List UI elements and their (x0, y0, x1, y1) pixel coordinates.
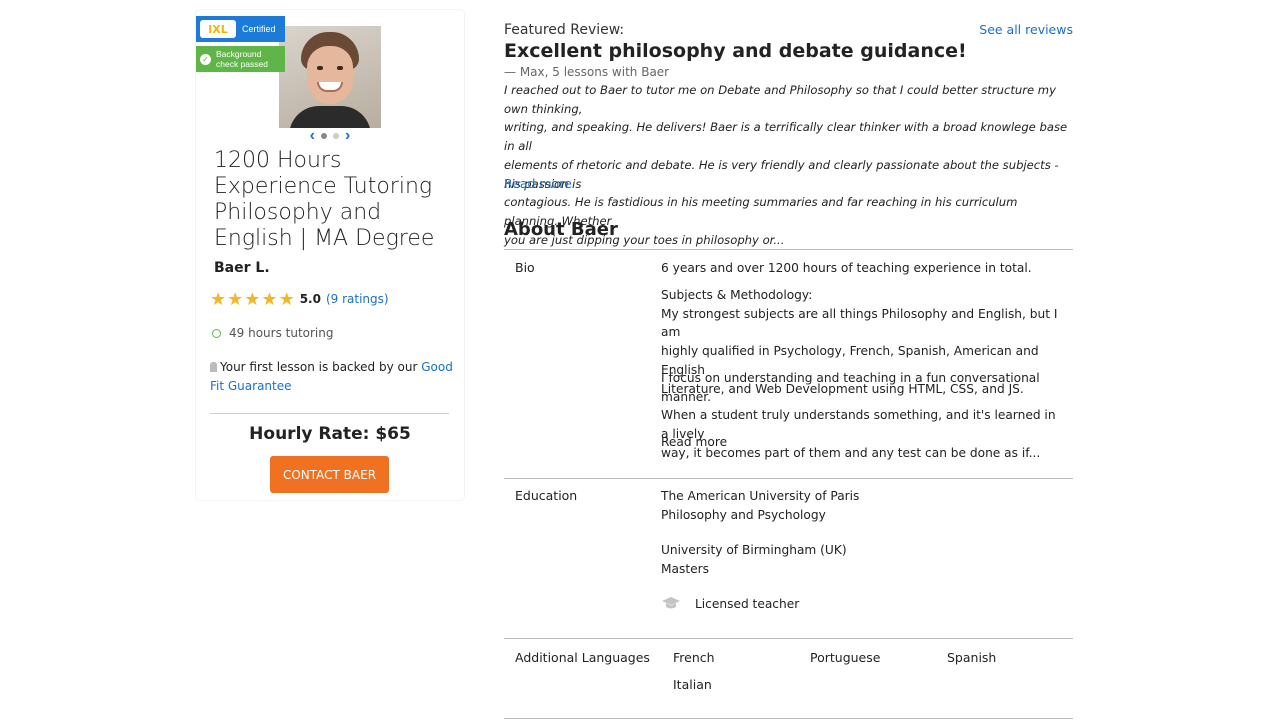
star-icon: ★ (244, 289, 261, 309)
clock-icon (212, 328, 221, 338)
tutor-photo[interactable] (279, 26, 381, 128)
education-school-1: The American University of Paris Philoso… (661, 487, 1066, 524)
review-read-more-link[interactable]: Read more (504, 176, 572, 191)
good-fit-guarantee: Your first lesson is backed by our Good … (210, 358, 460, 396)
contact-tutor-button[interactable]: CONTACT BAER (270, 456, 389, 493)
chevron-right-icon[interactable]: › (345, 128, 350, 144)
graduation-cap-icon (662, 597, 680, 609)
ratings-count-link[interactable]: (9 ratings) (326, 292, 389, 306)
divider (210, 413, 449, 414)
star-icon: ★ (278, 289, 295, 309)
bio-label: Bio (515, 260, 535, 275)
divider (504, 638, 1073, 639)
ixl-logo-icon: IXL (200, 20, 236, 38)
featured-review-label: Featured Review: (504, 22, 625, 38)
school-degree: Masters (661, 561, 709, 576)
check-icon: ✓ (200, 53, 211, 65)
tutor-details: Featured Review: See all reviews Excelle… (504, 0, 1073, 720)
rating-score: 5.0 (299, 292, 321, 306)
language-item: French (673, 650, 715, 665)
photo-shirt (289, 106, 371, 128)
see-all-reviews-link[interactable]: See all reviews (979, 22, 1073, 37)
tutor-profile-card: IXL Certified ✓ Background check passed … (196, 10, 464, 500)
about-heading: About Baer (504, 219, 618, 240)
hours-tutoring-label: 49 hours tutoring (229, 326, 334, 340)
divider (504, 478, 1073, 479)
photo-eye-right (337, 66, 343, 70)
background-check-label: Background check passed (216, 49, 268, 69)
bio-intro: 6 years and over 1200 hours of teaching … (661, 261, 1032, 275)
photo-eye-left (317, 66, 323, 70)
certified-label: Certified (242, 24, 276, 34)
language-item: Italian (673, 677, 712, 692)
hourly-rate: Hourly Rate: $65 (249, 424, 411, 444)
school-degree: Philosophy and Psychology (661, 507, 826, 522)
licensed-teacher: Licensed teacher (695, 597, 800, 611)
language-item: Spanish (947, 650, 997, 665)
review-title: Excellent philosophy and debate guidance… (504, 40, 967, 62)
review-line: I reached out to Baer to tutor me on Deb… (504, 83, 1056, 116)
school-name: University of Birmingham (UK) (661, 543, 847, 557)
carousel-dot[interactable] (333, 133, 339, 139)
subjects-line: My strongest subjects are all things Phi… (661, 306, 1058, 340)
star-icon: ★ (210, 289, 227, 309)
photo-carousel: ‹ › (300, 128, 360, 144)
rating-summary: ★ ★ ★ ★ ★ 5.0 (9 ratings) (210, 290, 389, 308)
background-check-badge: ✓ Background check passed (196, 46, 285, 72)
carousel-dot-active[interactable] (321, 133, 327, 139)
hours-tutoring: 49 hours tutoring (212, 326, 333, 340)
star-icon: ★ (261, 289, 278, 309)
subjects-heading: Subjects & Methodology: (661, 288, 813, 302)
review-line: writing, and speaking. He delivers! Baer… (504, 120, 1068, 154)
ixl-logo-text: IXL (208, 22, 228, 36)
school-name: The American University of Paris (661, 489, 860, 503)
bio-read-more-link[interactable]: Read more (661, 433, 727, 452)
languages-label: Additional Languages (515, 650, 650, 665)
method-line: I focus on understanding and teaching in… (661, 371, 1040, 404)
guarantee-text: Your first lesson is backed by our (220, 360, 418, 374)
education-school-2: University of Birmingham (UK) Masters (661, 541, 1066, 578)
divider (504, 249, 1073, 250)
review-author: — Max, 5 lessons with Baer (504, 65, 670, 79)
tutor-name: Baer L. (214, 260, 270, 276)
ribbon-icon (210, 362, 217, 372)
tutor-headline: 1200 Hours Experience Tutoring Philosoph… (214, 148, 435, 251)
star-icon: ★ (227, 289, 244, 309)
ixl-certified-badge: IXL Certified (196, 16, 285, 42)
education-label: Education (515, 488, 578, 503)
divider (504, 718, 1073, 719)
language-item: Portuguese (810, 650, 881, 665)
photo-face (307, 46, 353, 104)
review-line: elements of rhetoric and debate. He is v… (504, 157, 1059, 191)
chevron-left-icon[interactable]: ‹ (310, 128, 315, 144)
